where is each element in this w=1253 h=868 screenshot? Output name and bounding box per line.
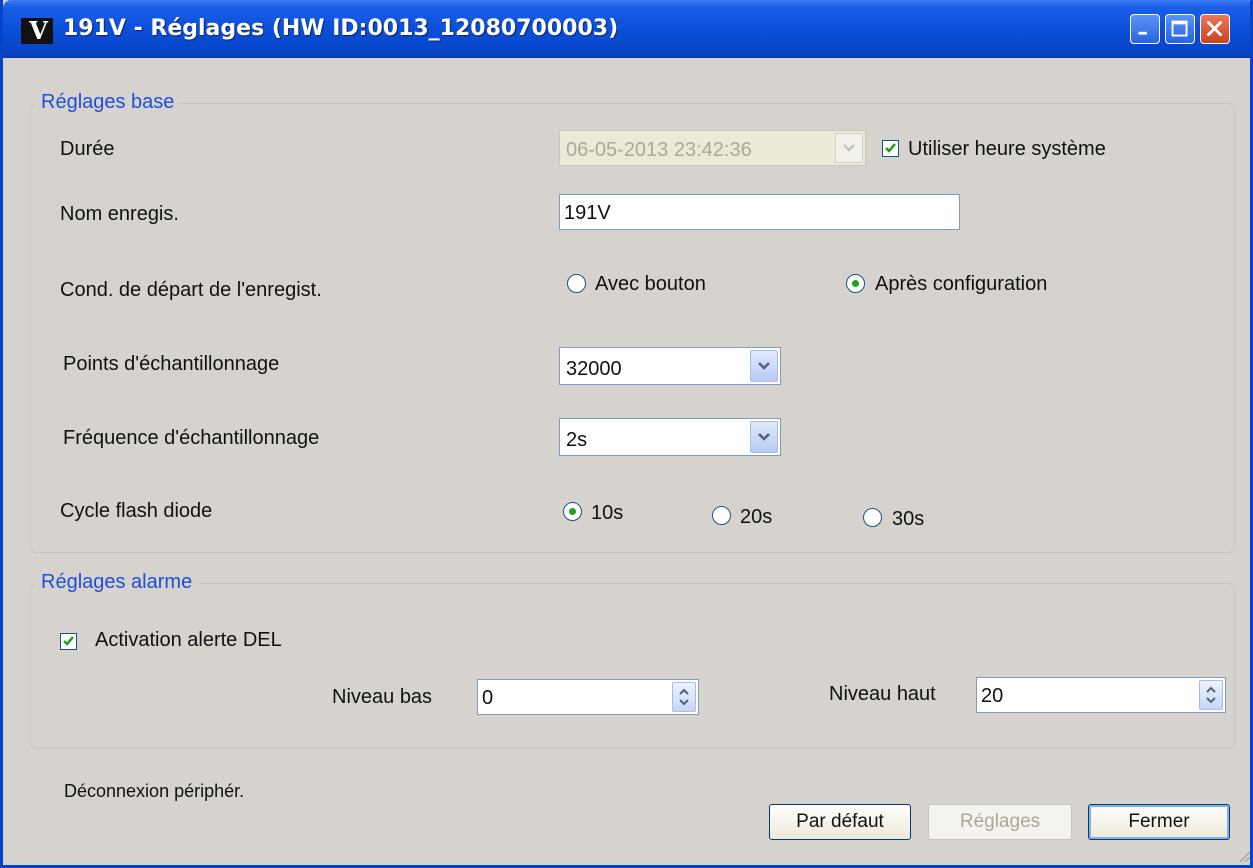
minimize-button[interactable] [1130, 14, 1160, 44]
apply-settings-button: Réglages [928, 804, 1072, 840]
close-icon [1207, 21, 1222, 36]
led-flash-label: Cycle flash diode [60, 500, 213, 522]
base-settings-legend: Réglages base [37, 91, 179, 114]
low-level-spin-buttons[interactable] [672, 682, 696, 712]
window-title: 191V - Réglages (HW ID:0013_12080700003) [63, 16, 619, 41]
duration-value: 06-05-2013 23:42:36 [566, 139, 752, 161]
flash-20s-radio[interactable] [712, 506, 731, 525]
start-after-config-label[interactable]: Après configuration [875, 273, 1047, 296]
record-name-input[interactable]: 191V [559, 194, 960, 230]
flash-10s-radio[interactable] [563, 502, 582, 521]
connection-status: Déconnexion périphér. [64, 781, 245, 801]
flash-20s-label[interactable]: 20s [740, 506, 772, 529]
sample-rate-label: Fréquence d'échantillonnage [63, 427, 320, 449]
title-bar[interactable]: V 191V - Réglages (HW ID:0013_1208070000… [3, 0, 1250, 58]
spin-up-down-icon [679, 688, 689, 706]
alarm-settings-legend: Réglages alarme [37, 571, 197, 594]
start-condition-label: Cond. de départ de l'enregist. [60, 279, 322, 301]
app-logo-icon: V [21, 18, 53, 44]
duration-dropdown-arrow [835, 133, 863, 163]
checkmark-icon [63, 636, 74, 646]
radio-selected-dot [852, 280, 859, 287]
maximize-icon [1171, 20, 1188, 37]
chevron-down-icon [758, 362, 770, 370]
record-name-label: Nom enregis. [60, 203, 179, 225]
settings-window: V 191V - Réglages (HW ID:0013_1208070000… [0, 0, 1253, 868]
maximize-button[interactable] [1165, 14, 1195, 44]
start-with-button-radio[interactable] [567, 274, 586, 293]
sample-rate-select[interactable]: 2s [559, 418, 781, 456]
led-alert-checkbox[interactable] [60, 633, 77, 650]
led-alert-label: Activation alerte DEL [95, 629, 282, 651]
chevron-down-icon [758, 433, 770, 441]
defaults-button[interactable]: Par défaut [769, 804, 911, 840]
low-level-label: Niveau bas [332, 686, 433, 708]
high-level-spinbox[interactable]: 20 [976, 677, 1226, 713]
spin-up-down-icon [1206, 686, 1216, 704]
sample-points-label: Points d'échantillonnage [63, 353, 280, 375]
flash-30s-label[interactable]: 30s [892, 508, 924, 531]
flash-30s-radio[interactable] [863, 508, 882, 527]
use-system-time-checkbox[interactable] [882, 140, 899, 157]
high-level-value: 20 [981, 685, 1004, 707]
record-name-value: 191V [564, 202, 611, 224]
high-level-label: Niveau haut [829, 683, 936, 705]
minimize-icon [1138, 31, 1147, 35]
duration-datetime-picker: 06-05-2013 23:42:36 [559, 130, 866, 166]
start-after-config-radio[interactable] [846, 274, 865, 293]
low-level-value: 0 [482, 687, 494, 709]
sample-rate-dropdown-arrow[interactable] [750, 421, 778, 453]
alarm-settings-group [30, 583, 1235, 749]
chevron-down-icon [843, 144, 855, 152]
sample-points-select[interactable]: 32000 [559, 347, 781, 385]
high-level-spin-buttons[interactable] [1199, 680, 1223, 710]
duration-label: Durée [60, 138, 115, 160]
low-level-spinbox[interactable]: 0 [477, 679, 699, 715]
base-settings-group [30, 103, 1235, 553]
resize-grip-icon[interactable] [1236, 848, 1252, 864]
sample-points-dropdown-arrow[interactable] [750, 350, 778, 382]
use-system-time-label: Utiliser heure système [908, 138, 1106, 160]
start-with-button-label[interactable]: Avec bouton [595, 273, 706, 296]
flash-10s-label[interactable]: 10s [591, 502, 623, 525]
sample-rate-value: 2s [566, 429, 588, 451]
close-button[interactable]: Fermer [1088, 804, 1230, 840]
sample-points-value: 32000 [566, 358, 622, 380]
radio-selected-dot [569, 508, 576, 515]
close-window-button[interactable] [1200, 14, 1230, 44]
checkmark-icon [885, 143, 896, 153]
